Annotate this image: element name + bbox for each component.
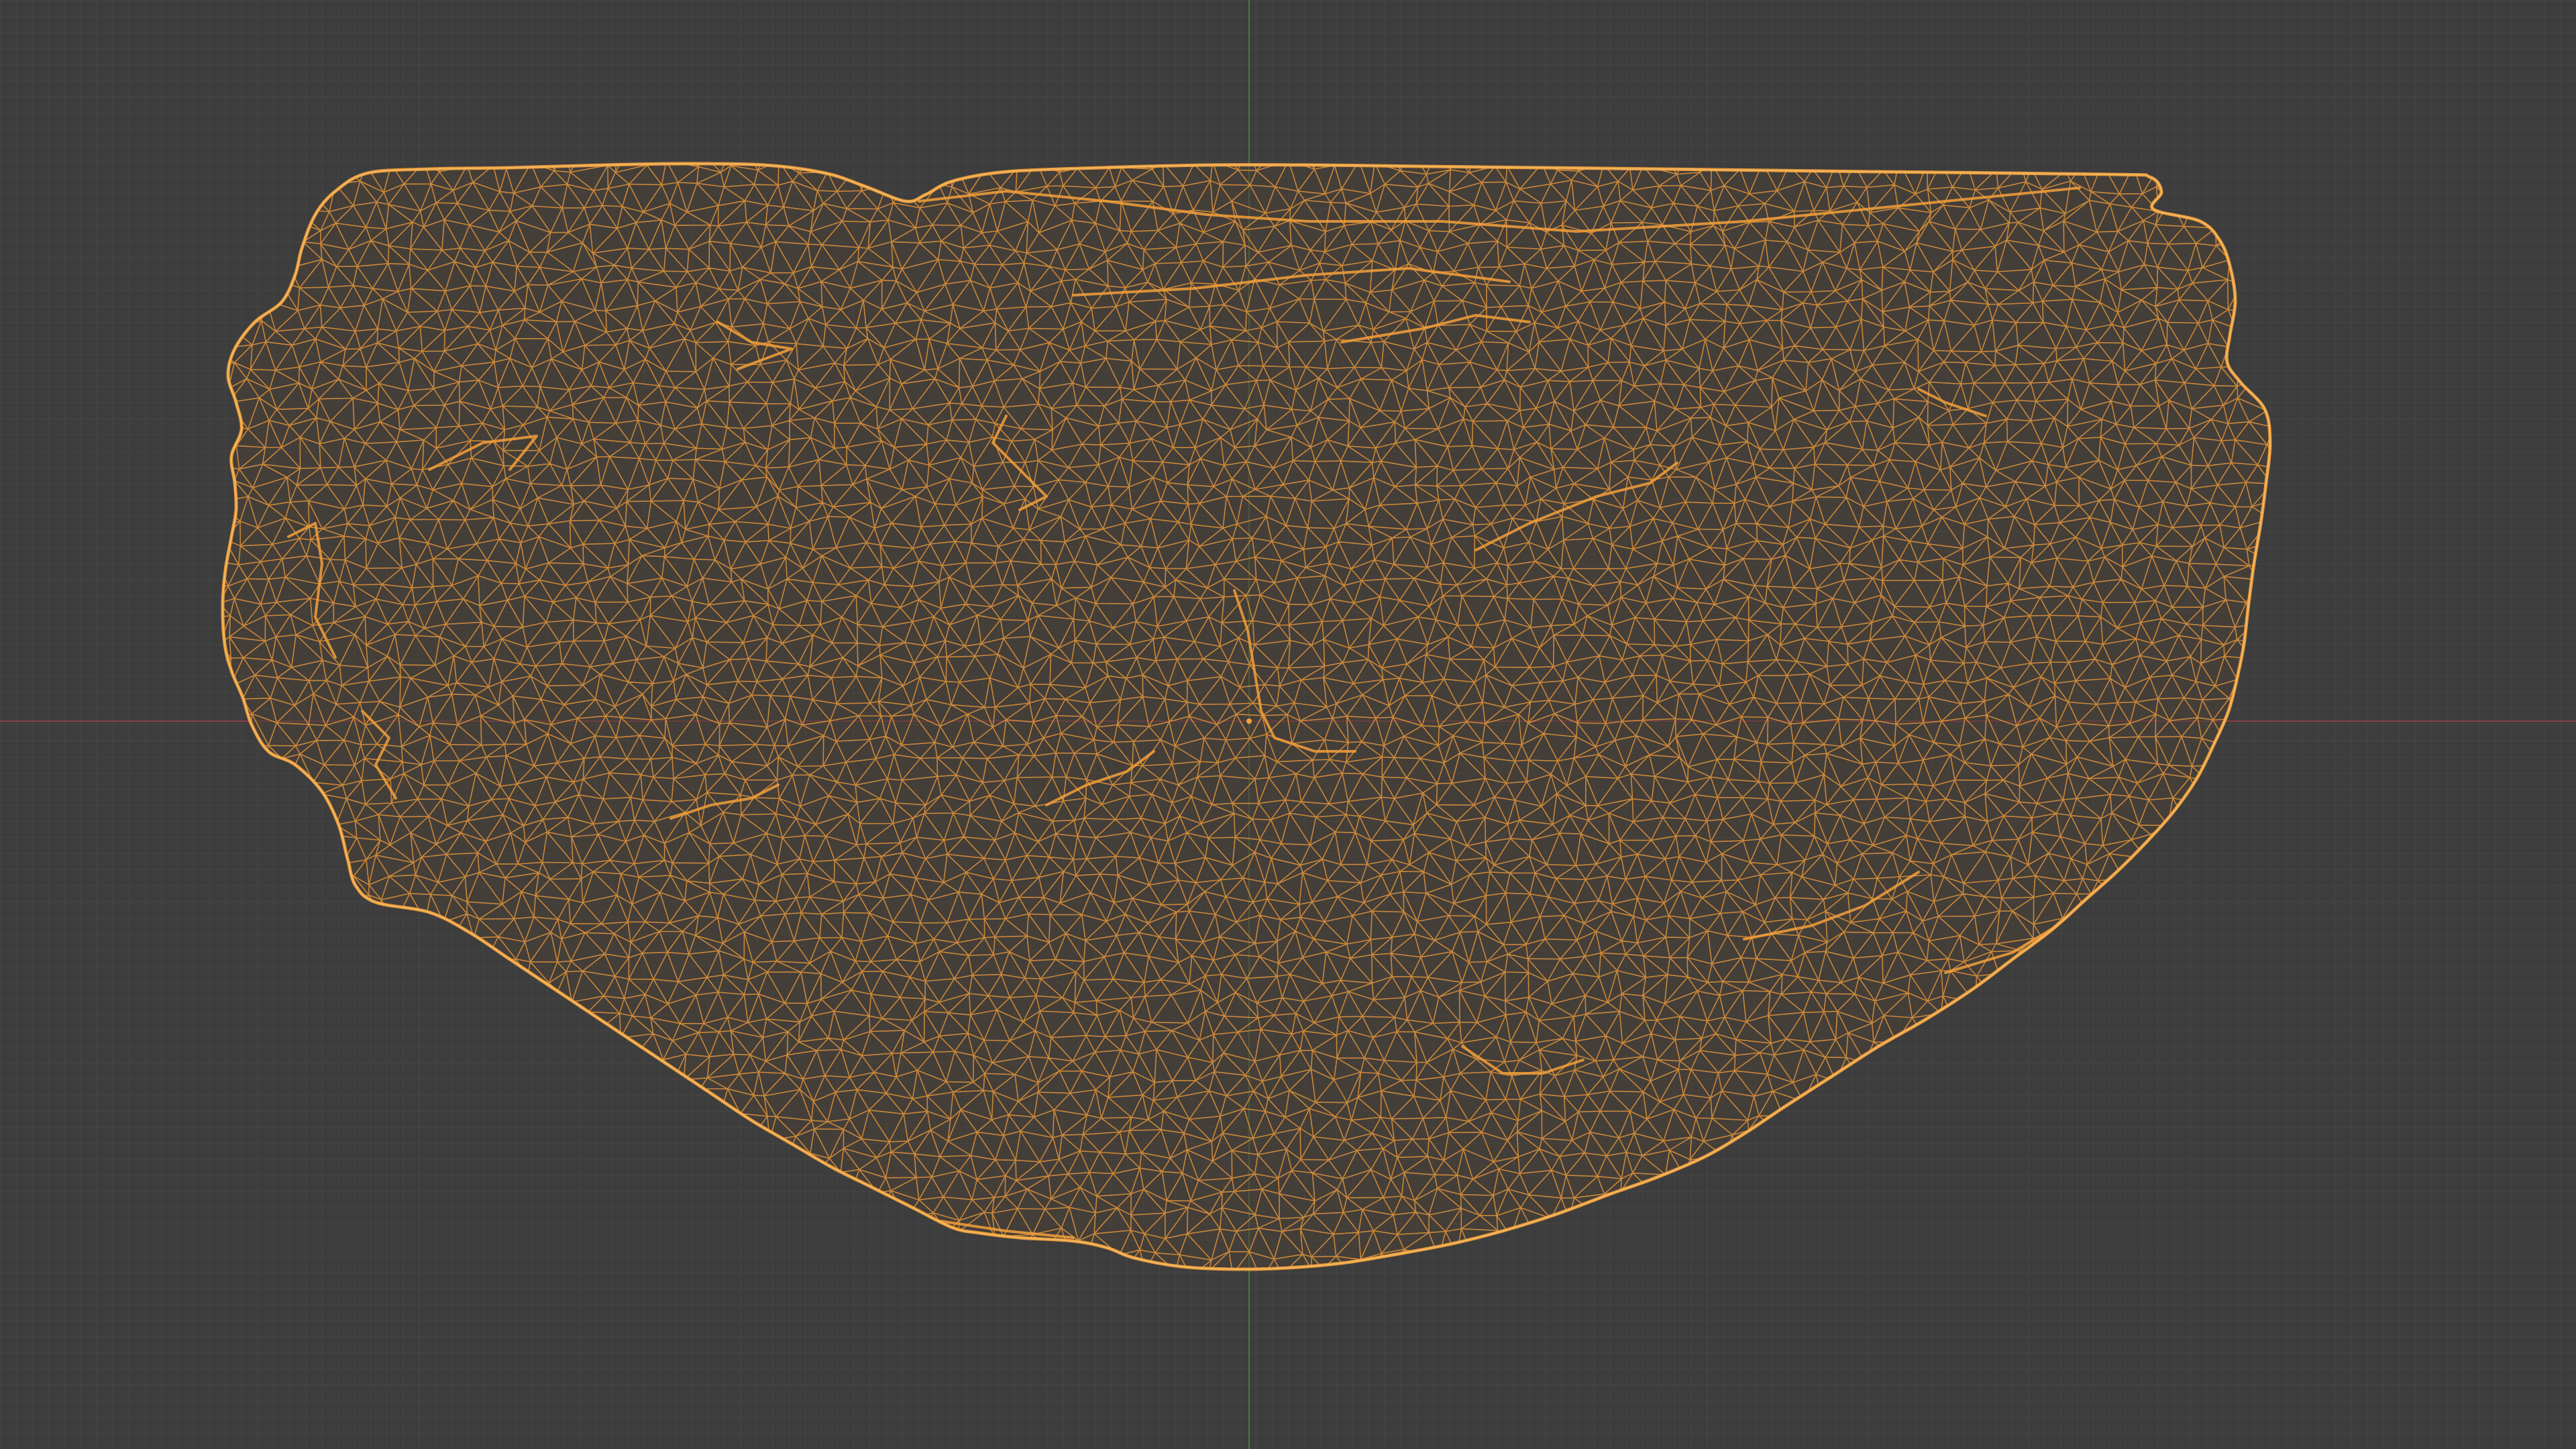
origin-dot-icon[interactable]: [1246, 718, 1252, 724]
viewport-canvas[interactable]: [0, 0, 2576, 1449]
3d-viewport[interactable]: [0, 0, 2576, 1449]
selected-mesh-object[interactable]: [193, 141, 2319, 1300]
